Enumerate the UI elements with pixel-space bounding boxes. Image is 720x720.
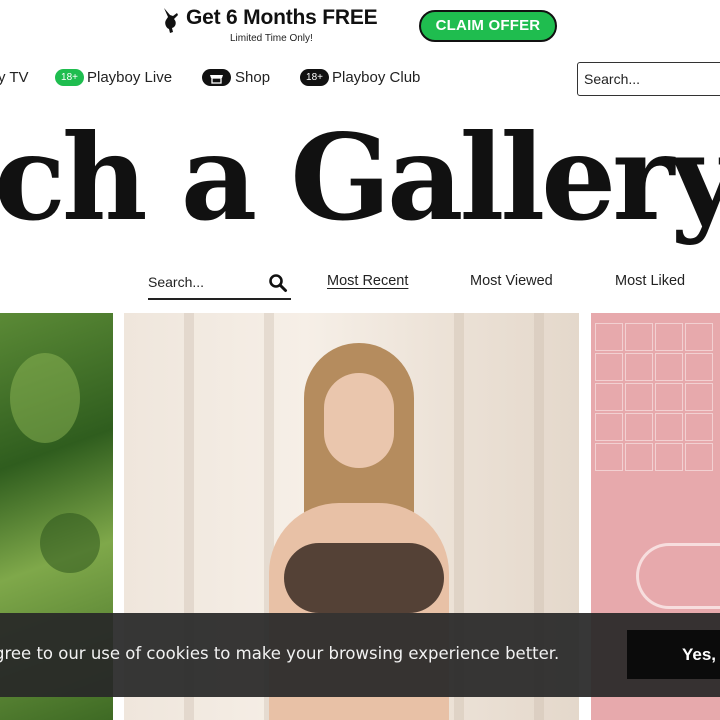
sort-most-viewed[interactable]: Most Viewed xyxy=(470,273,553,289)
promo-subtitle: Limited Time Only! xyxy=(230,33,313,44)
search-icon[interactable] xyxy=(268,273,288,293)
sort-most-liked[interactable]: Most Liked xyxy=(615,273,685,289)
cookie-accept-button[interactable]: Yes, xyxy=(627,630,720,679)
nav-item-shop[interactable]: Shop xyxy=(202,68,271,87)
age-badge: 18+ xyxy=(300,68,329,86)
nav-item-tv[interactable]: y TV xyxy=(0,69,29,86)
gallery-search-input[interactable] xyxy=(148,270,258,294)
nav-item-label: Playboy Live xyxy=(87,69,173,86)
nav-item-label: y TV xyxy=(0,69,29,86)
nav-item-playboy-live[interactable]: 18+ Playboy Live xyxy=(55,68,173,87)
header-search-input[interactable] xyxy=(577,62,720,96)
shop-icon xyxy=(202,68,231,86)
claim-offer-button[interactable]: CLAIM OFFER xyxy=(419,10,557,42)
age-badge: 18+ xyxy=(55,68,84,86)
gallery-search xyxy=(148,268,291,300)
promo-title: Get 6 Months FREE xyxy=(186,6,378,29)
cookie-consent-bar: gree to our use of cookies to make your … xyxy=(0,613,720,697)
nav-item-label: Playboy Club xyxy=(332,69,421,86)
nav-item-label: Shop xyxy=(235,69,271,86)
sort-most-recent[interactable]: Most Recent xyxy=(327,273,408,289)
cookie-message: gree to our use of cookies to make your … xyxy=(0,644,560,663)
nav-item-playboy-club[interactable]: 18+ Playboy Club xyxy=(300,68,421,87)
page-title: ch a Gallery xyxy=(0,108,720,247)
playboy-bunny-icon xyxy=(164,8,178,33)
promo-banner: Get 6 Months FREE Limited Time Only! CLA… xyxy=(0,0,720,50)
